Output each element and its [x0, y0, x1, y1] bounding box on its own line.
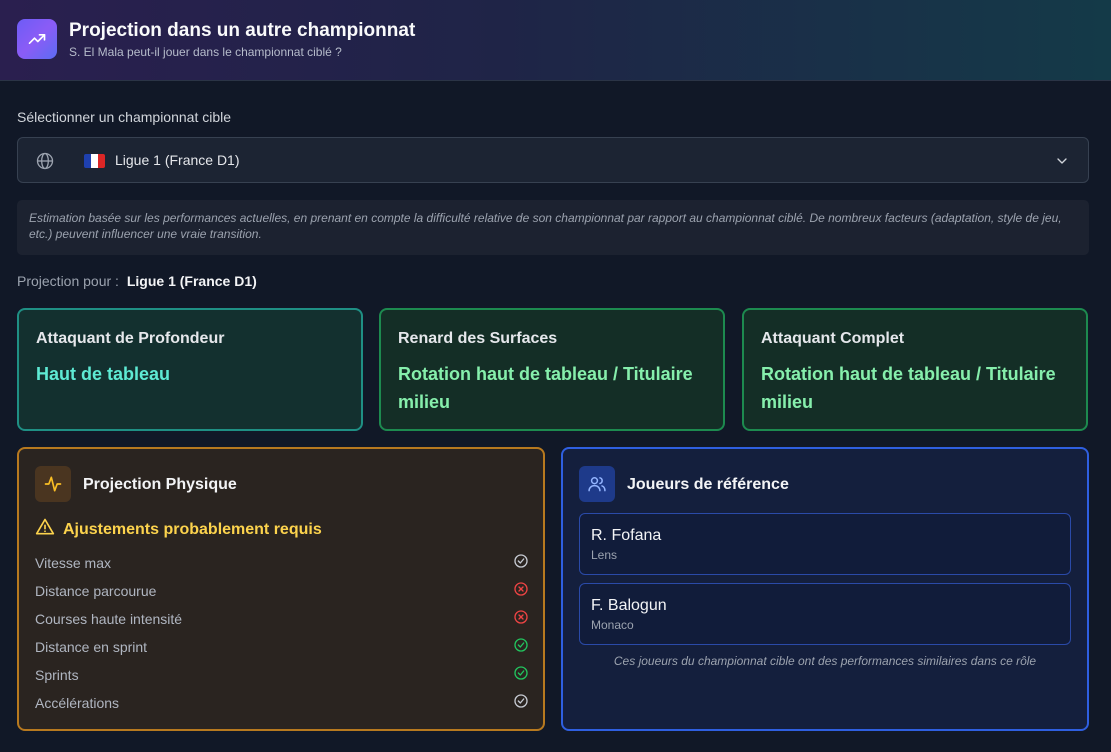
metric-row: Courses haute intensité — [35, 609, 529, 629]
x-circle-icon — [513, 581, 529, 602]
physical-warning-text: Ajustements probablement requis — [63, 520, 322, 538]
check-circle-icon — [513, 665, 529, 686]
league-select[interactable]: Ligue 1 (France D1) — [17, 137, 1089, 183]
metric-row: Accélérations — [35, 693, 529, 713]
league-select-label: Sélectionner un championnat cible — [17, 109, 232, 125]
check-circle-icon — [513, 553, 529, 574]
metric-label: Distance parcourue — [35, 583, 157, 599]
disclaimer-text: Estimation basée sur les performances ac… — [17, 200, 1089, 255]
reference-note: Ces joueurs du championnat cible ont des… — [613, 654, 1037, 668]
metric-row: Distance en sprint — [35, 637, 529, 657]
role-card: Attaquant Complet Rotation haut de table… — [742, 308, 1088, 431]
metric-row: Distance parcourue — [35, 581, 529, 601]
reference-player-card[interactable]: F. Balogun Monaco — [579, 583, 1071, 645]
warning-icon — [35, 517, 55, 542]
physical-projection-panel: Projection Physique Ajustements probable… — [17, 447, 545, 731]
reference-players-title: Joueurs de référence — [627, 476, 789, 493]
france-flag-icon — [84, 154, 105, 168]
metric-row: Vitesse max — [35, 553, 529, 573]
metric-label: Sprints — [35, 667, 79, 683]
metric-label: Courses haute intensité — [35, 611, 183, 627]
player-club: Lens — [591, 548, 618, 562]
physical-projection-title: Projection Physique — [83, 476, 237, 493]
role-title: Attaquant Complet — [761, 330, 905, 347]
check-circle-icon — [513, 637, 529, 658]
metric-row: Sprints — [35, 665, 529, 685]
reference-player-card[interactable]: R. Fofana Lens — [579, 513, 1071, 575]
metric-label: Vitesse max — [35, 555, 111, 571]
x-circle-icon — [513, 609, 529, 630]
player-name: F. Balogun — [591, 597, 667, 614]
trending-up-icon — [17, 19, 57, 59]
role-projection: Rotation haut de tableau / Titulaire mil… — [398, 364, 693, 412]
page-title: Projection dans un autre championnat — [69, 20, 416, 41]
reference-players-panel: Joueurs de référence R. Fofana Lens F. B… — [561, 447, 1089, 731]
physical-warning: Ajustements probablement requis — [35, 517, 322, 542]
chevron-down-icon[interactable] — [1054, 153, 1070, 174]
projection-for-league: Ligue 1 (France D1) — [126, 273, 257, 289]
role-projection: Haut de tableau — [36, 364, 171, 384]
projection-for: Projection pour : Ligue 1 (France D1) — [17, 273, 257, 289]
check-circle-icon — [513, 693, 529, 714]
player-name: R. Fofana — [591, 527, 662, 544]
role-card: Renard des Surfaces Rotation haut de tab… — [379, 308, 725, 431]
role-title: Attaquant de Profondeur — [36, 330, 225, 347]
metric-label: Accélérations — [35, 695, 120, 711]
projection-for-prefix: Projection pour : — [17, 273, 119, 289]
activity-icon — [35, 466, 71, 502]
page-header: Projection dans un autre championnat S. … — [0, 0, 1111, 81]
metric-label: Distance en sprint — [35, 639, 148, 655]
player-club: Monaco — [591, 618, 634, 632]
role-title: Renard des Surfaces — [398, 330, 558, 347]
users-icon — [579, 466, 615, 502]
globe-icon — [35, 151, 55, 176]
page-subtitle: S. El Mala peut-il jouer dans le champio… — [69, 45, 342, 59]
role-projection: Rotation haut de tableau / Titulaire mil… — [761, 364, 1056, 412]
role-card: Attaquant de Profondeur Haut de tableau — [17, 308, 363, 431]
league-select-value: Ligue 1 (France D1) — [115, 152, 240, 168]
